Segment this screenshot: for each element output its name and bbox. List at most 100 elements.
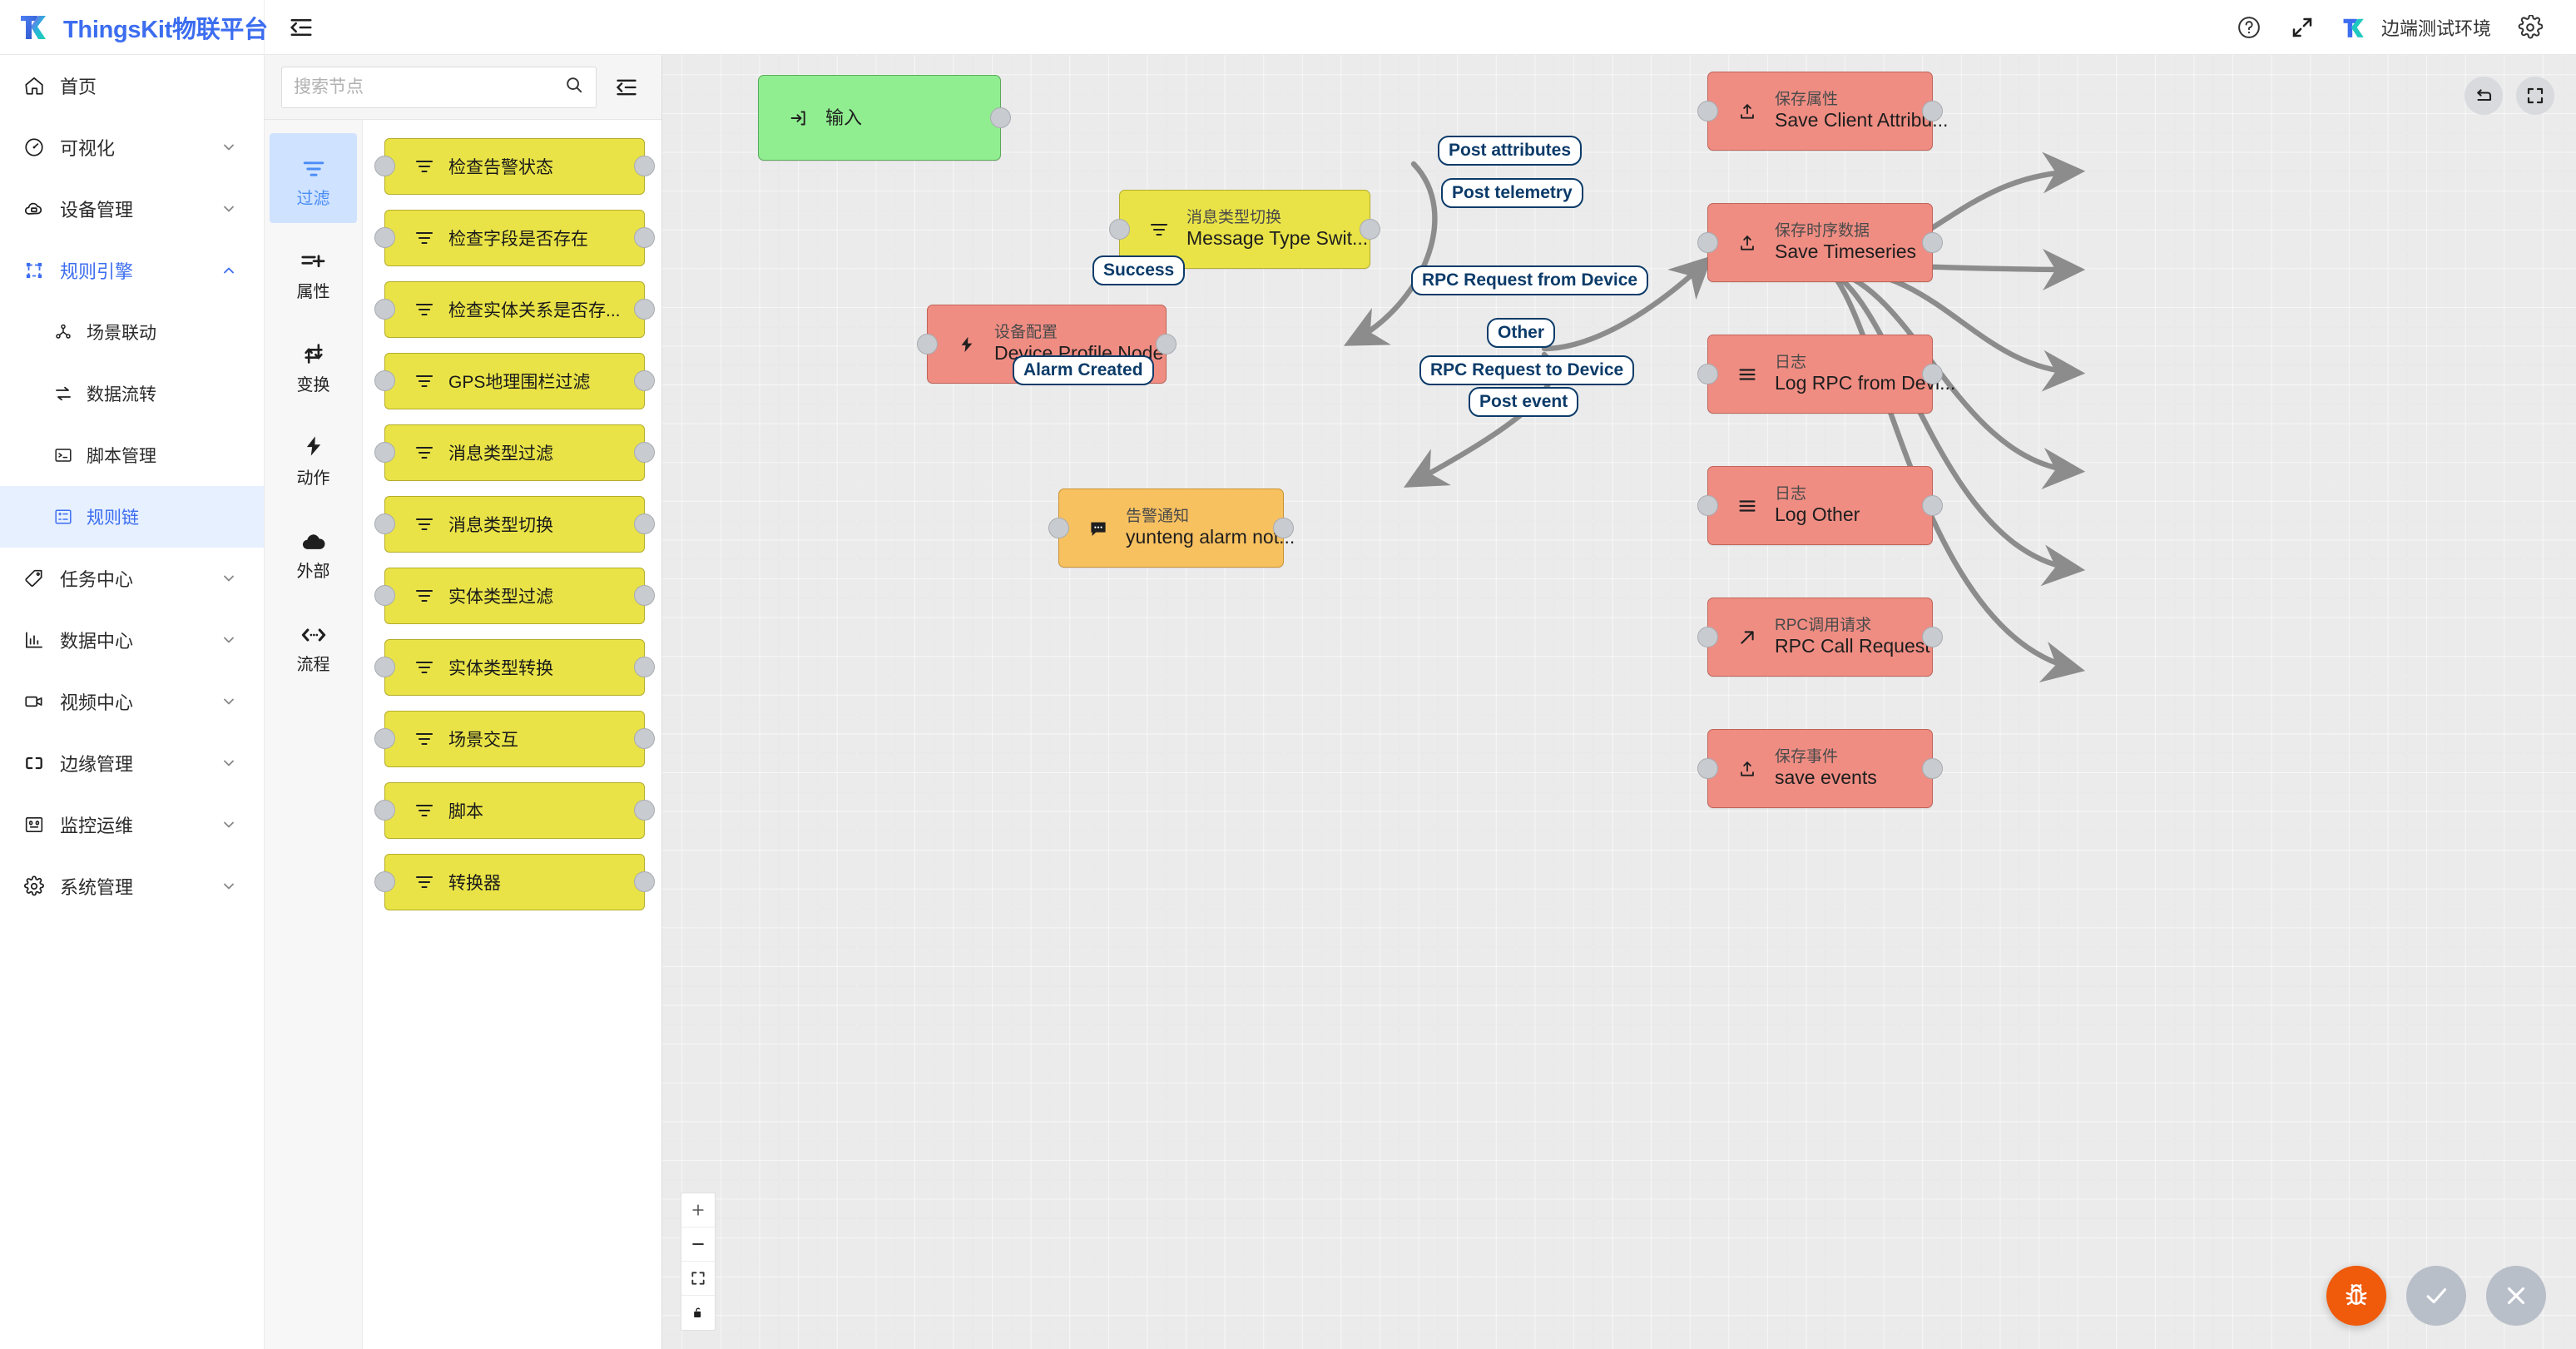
palette-node[interactable]: 脚本 [374, 782, 655, 839]
node-port-left[interactable] [374, 299, 395, 320]
node-port-right[interactable] [634, 442, 655, 463]
minus-icon[interactable] [681, 1227, 715, 1262]
palette-category-filter[interactable]: 过滤 [270, 133, 357, 223]
palette-node[interactable]: 实体类型过滤 [374, 568, 655, 624]
canvas-node[interactable]: 保存属性 Save Client Attribu... [1697, 72, 1948, 151]
gear-icon[interactable] [2516, 13, 2544, 42]
node-port-left[interactable] [1697, 626, 1718, 647]
node-port-right[interactable] [634, 370, 655, 391]
palette-node[interactable]: 消息类型切换 [374, 496, 655, 553]
node-port-left[interactable] [374, 156, 395, 176]
node-port-left[interactable] [1697, 363, 1718, 384]
sidebar-item-home[interactable]: 首页 [0, 55, 264, 117]
node-port-left[interactable] [374, 800, 395, 821]
palette-node[interactable]: GPS地理围栏过滤 [374, 353, 655, 409]
node-port-right[interactable] [634, 585, 655, 606]
node-port-left[interactable] [374, 728, 395, 749]
sidebar-item-system-management[interactable]: 系统管理 [0, 856, 264, 917]
palette-node[interactable]: 检查字段是否存在 [374, 210, 655, 266]
plus-icon[interactable] [681, 1193, 715, 1227]
node-port-left[interactable] [374, 370, 395, 391]
edge-label[interactable]: Post event [1469, 387, 1579, 417]
fit-view-icon[interactable] [681, 1262, 715, 1296]
node-port-left[interactable] [1109, 218, 1130, 240]
palette-node[interactable]: 实体类型转换 [374, 639, 655, 696]
palette-category-transform[interactable]: 变换 [270, 320, 357, 409]
node-port-right[interactable] [1922, 626, 1943, 647]
palette-category-flow[interactable]: 流程 [270, 599, 357, 689]
node-port-left[interactable] [917, 333, 938, 355]
node-port-right[interactable] [634, 728, 655, 749]
edge-label[interactable]: Alarm Created [1013, 355, 1154, 385]
node-port-left[interactable] [374, 871, 395, 892]
node-port-right[interactable] [634, 156, 655, 176]
node-port-left[interactable] [1697, 494, 1718, 516]
node-port-left[interactable] [1697, 757, 1718, 779]
node-port-left[interactable] [374, 585, 395, 606]
undo-arrow-icon[interactable] [2465, 77, 2503, 115]
node-port-right[interactable] [634, 800, 655, 821]
node-port-right[interactable] [1273, 517, 1294, 538]
node-port-left[interactable] [374, 513, 395, 534]
edge-label[interactable]: Post attributes [1438, 136, 1583, 166]
edge-label[interactable]: Success [1092, 255, 1186, 285]
edge-label[interactable]: Post telemetry [1441, 178, 1583, 208]
search-icon[interactable] [564, 75, 584, 99]
node-port-left[interactable] [1697, 231, 1718, 253]
node-port-left[interactable] [374, 227, 395, 248]
panel-collapse-icon[interactable] [607, 67, 646, 107]
edge-label[interactable]: Other [1487, 318, 1556, 348]
sidebar-item-data-flow[interactable]: 数据流转 [0, 363, 264, 424]
sidebar-item-device-management[interactable]: 设备管理 [0, 178, 264, 240]
canvas-node[interactable]: 日志 Log Other [1697, 466, 1943, 545]
brand[interactable]: ThingsKit物联平台 [0, 0, 268, 55]
canvas-node[interactable]: 保存时序数据 Save Timeseries [1697, 203, 1943, 282]
node-port-left[interactable] [374, 657, 395, 677]
fullscreen-corners-icon[interactable] [2516, 77, 2554, 115]
sidebar-item-monitoring-ops[interactable]: 监控运维 [0, 794, 264, 856]
menu-collapse-icon[interactable] [280, 6, 323, 49]
close-x-icon[interactable] [2486, 1266, 2546, 1326]
sidebar-item-rule-chain[interactable]: 规则链 [0, 486, 264, 548]
palette-node[interactable]: 转换器 [374, 854, 655, 910]
node-port-right[interactable] [634, 513, 655, 534]
canvas-node[interactable]: 告警通知 yunteng alarm not... [1048, 489, 1295, 568]
rule-chain-canvas[interactable]: 输入 消息类型切换 Message Type Swit... 设备配置 Device P… [662, 55, 2576, 1349]
node-port-right[interactable] [1922, 494, 1943, 516]
palette-category-attribute[interactable]: 属性 [270, 226, 357, 316]
help-circle-icon[interactable] [2235, 13, 2263, 42]
node-port-left[interactable] [1697, 100, 1718, 122]
palette-node[interactable]: 消息类型过滤 [374, 424, 655, 481]
sidebar-item-script-management[interactable]: 脚本管理 [0, 424, 264, 486]
node-port-right[interactable] [1922, 363, 1943, 384]
lock-open-icon[interactable] [681, 1296, 715, 1330]
sidebar-item-data-center[interactable]: 数据中心 [0, 609, 264, 671]
palette-node[interactable]: 检查告警状态 [374, 138, 655, 195]
sidebar-item-video-center[interactable]: 视频中心 [0, 671, 264, 732]
check-icon[interactable] [2406, 1266, 2466, 1326]
node-port-right[interactable] [1922, 100, 1943, 122]
canvas-node[interactable]: 日志 Log RPC from Devi... [1697, 335, 1955, 414]
search-box[interactable] [281, 66, 597, 108]
node-port-right[interactable] [990, 107, 1011, 128]
node-port-right[interactable] [1922, 757, 1943, 779]
sidebar-item-task-center[interactable]: 任务中心 [0, 548, 264, 609]
sidebar-item-scene-linkage[interactable]: 场景联动 [0, 301, 264, 363]
edge-label[interactable]: RPC Request to Device [1419, 355, 1635, 385]
canvas-node[interactable]: RPC调用请求 RPC Call Request [1697, 598, 1943, 677]
sidebar-item-rule-engine[interactable]: 规则引擎 [0, 240, 264, 301]
canvas-node[interactable]: 输入 [758, 75, 1011, 161]
palette-category-external[interactable]: 外部 [270, 506, 357, 596]
palette-node[interactable]: 场景交互 [374, 711, 655, 767]
node-port-right[interactable] [1922, 231, 1943, 253]
canvas-node[interactable]: 保存事件 save events [1697, 729, 1943, 808]
node-port-right[interactable] [634, 657, 655, 677]
node-port-right[interactable] [1360, 218, 1380, 240]
node-port-right[interactable] [634, 871, 655, 892]
search-input[interactable] [294, 77, 564, 97]
node-port-right[interactable] [634, 299, 655, 320]
sidebar-item-edge-management[interactable]: 边缘管理 [0, 732, 264, 794]
node-port-left[interactable] [374, 442, 395, 463]
edge-label[interactable]: RPC Request from Device [1411, 265, 1649, 295]
environment-badge[interactable]: 边端测试环境 [2341, 13, 2491, 42]
